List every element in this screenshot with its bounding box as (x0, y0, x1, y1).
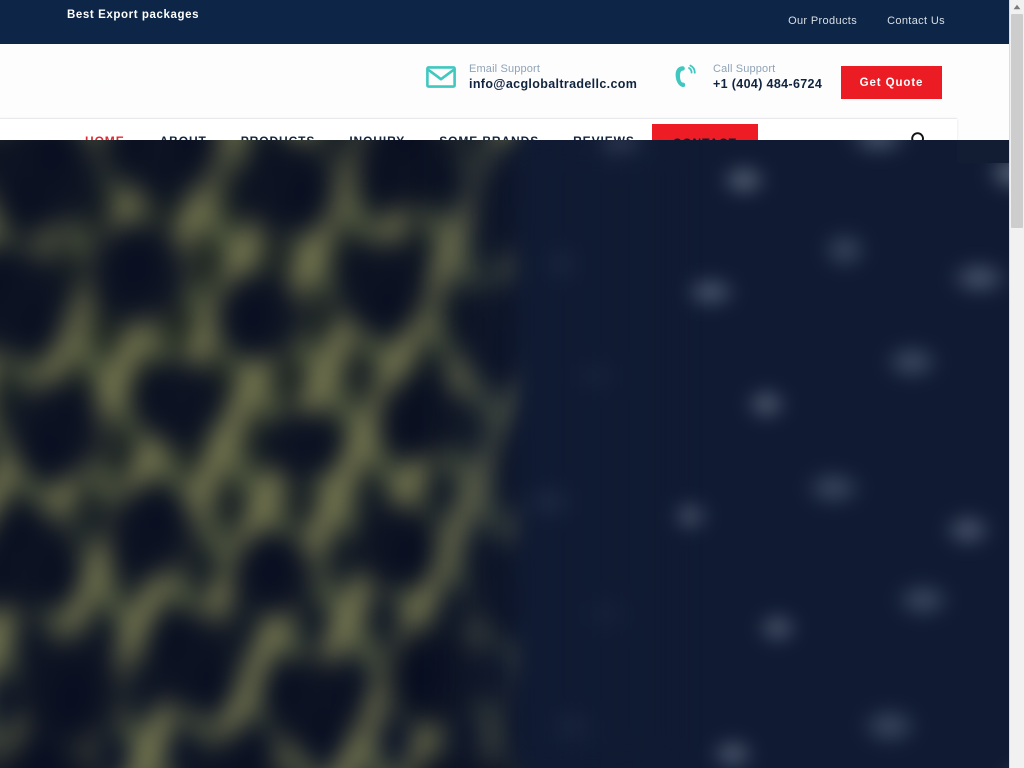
hero-nav-notch (957, 140, 1009, 163)
browser-page: Best Export packages Our Products Contac… (0, 0, 1024, 768)
scrollbar-thumb[interactable] (1011, 14, 1023, 228)
top-link-contact-us[interactable]: Contact Us (887, 15, 945, 27)
hero-background-blend (430, 140, 670, 768)
call-support-text: Call Support +1 (404) 484-6724 (713, 63, 822, 92)
email-support-value: info@acglobaltradellc.com (469, 76, 638, 91)
call-support-value: +1 (404) 484-6724 (713, 76, 823, 91)
logo-subtitle-text: GLOBAL TRADE LLC (23, 80, 141, 90)
triangle-up-icon[interactable] (1010, 0, 1024, 14)
phone-icon (668, 62, 702, 92)
top-utility-bar: Best Export packages Our Products Contac… (0, 0, 1009, 44)
get-quote-button[interactable]: Get Quote (841, 66, 942, 99)
top-link-our-products[interactable]: Our Products (788, 15, 857, 27)
site-logo[interactable]: ACG GLOBAL TRADE LLC (22, 52, 198, 96)
hero-banner (0, 140, 1009, 768)
call-support-label: Call Support (713, 62, 776, 75)
site-tagline: Best Export packages (67, 9, 200, 21)
email-support-block[interactable]: Email Support info@acglobaltradellc.com (424, 62, 637, 92)
email-support-label: Email Support (469, 62, 541, 75)
email-support-text: Email Support info@acglobaltradellc.com (469, 63, 637, 92)
page-viewport: Best Export packages Our Products Contac… (0, 0, 1009, 768)
envelope-icon (424, 62, 458, 92)
vertical-scrollbar[interactable] (1009, 0, 1024, 768)
top-utility-links: Our Products Contact Us (788, 15, 945, 27)
call-support-block[interactable]: Call Support +1 (404) 484-6724 (668, 62, 822, 92)
